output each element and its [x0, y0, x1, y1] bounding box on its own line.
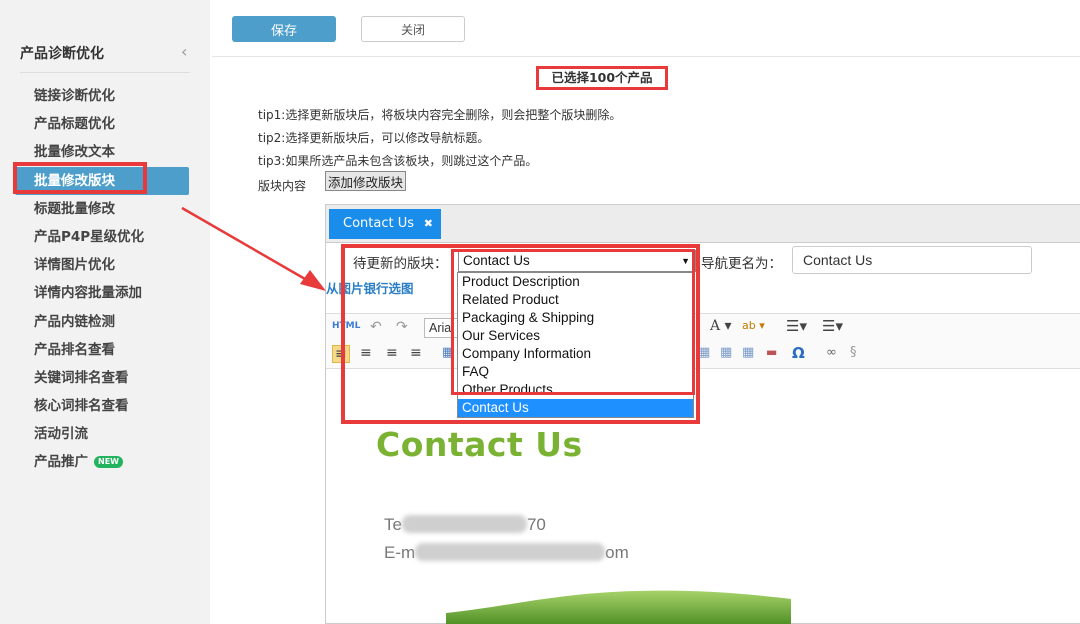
- collapse-chevron-icon[interactable]: ‹: [181, 42, 187, 61]
- dropdown-option[interactable]: Company Information: [458, 345, 693, 363]
- sidebar-item-core-rank[interactable]: 核心词排名查看: [0, 392, 210, 420]
- tel-suffix: 70: [526, 515, 546, 534]
- align-center-icon[interactable]: ≡: [360, 345, 372, 361]
- align-justify-icon[interactable]: ≡: [410, 345, 422, 361]
- block-select[interactable]: Contact Us ▼: [458, 250, 696, 272]
- block-content-label: 版块内容: [258, 179, 307, 193]
- dropdown-option[interactable]: Product Description: [458, 273, 693, 291]
- sidebar-item-detail-image[interactable]: 详情图片优化: [0, 251, 210, 279]
- tel-line: Te 70: [384, 515, 546, 535]
- block-select-value: Contact Us: [463, 253, 530, 268]
- sidebar-item-internal-link[interactable]: 产品内链检测: [0, 308, 210, 336]
- table-merge-icon[interactable]: ▦: [742, 345, 754, 360]
- tab-label: Contact Us: [343, 216, 414, 231]
- sidebar-item-batch-block[interactable]: 批量修改版块: [15, 166, 189, 195]
- email-suffix: om: [605, 543, 629, 562]
- sidebar-list: 链接诊断优化 产品标题优化 批量修改文本 批量修改版块 标题批量修改 产品P4P…: [0, 82, 210, 477]
- table-col-icon[interactable]: ▦: [720, 345, 732, 360]
- sidebar-item-label: 标题批量修改: [34, 200, 115, 217]
- sidebar-item-p4p-star[interactable]: 产品P4P星级优化: [0, 223, 210, 251]
- sidebar-item-link-diagnosis[interactable]: 链接诊断优化: [0, 82, 210, 110]
- new-badge: NEW: [94, 456, 123, 469]
- nav-rename-label: 导航更名为：: [701, 256, 782, 272]
- undo-icon[interactable]: ↶: [370, 319, 382, 335]
- sidebar-item-label: 产品P4P星级优化: [34, 228, 145, 245]
- sidebar-item-label: 产品排名查看: [34, 341, 115, 358]
- sidebar-item-title-optimize[interactable]: 产品标题优化: [0, 110, 210, 138]
- add-block-button[interactable]: 添加修改版块: [325, 171, 407, 191]
- tip-line: tip1:选择更新版块后，将板块内容完全删除，则会把整个版块删除。: [258, 108, 622, 122]
- tel-prefix: Te: [384, 515, 402, 534]
- numbered-list-icon[interactable]: ☰▾: [822, 317, 843, 335]
- highlight-icon[interactable]: ab ▾: [742, 319, 765, 332]
- font-color-icon[interactable]: A ▾: [710, 318, 732, 334]
- link-icon[interactable]: ∞: [826, 345, 837, 360]
- special-char-icon[interactable]: Ω: [792, 344, 805, 362]
- content-heading: Contact Us: [376, 425, 583, 464]
- sidebar-item-label: 详情内容批量添加: [34, 285, 142, 302]
- tab-contact-us[interactable]: Contact Us ✖: [329, 209, 441, 239]
- sidebar-item-title-batch[interactable]: 标题批量修改: [0, 195, 210, 223]
- tip-line: tip3:如果所选产品未包含该板块，则跳过这个产品。: [258, 154, 538, 168]
- dropdown-option[interactable]: FAQ: [458, 363, 693, 381]
- align-right-icon[interactable]: ≡: [386, 345, 398, 361]
- save-button[interactable]: 保存: [232, 16, 336, 42]
- nav-rename-input[interactable]: Contact Us: [792, 246, 1032, 274]
- dropdown-option[interactable]: Packaging & Shipping: [458, 309, 693, 327]
- sidebar-item-product-rank[interactable]: 产品排名查看: [0, 336, 210, 364]
- dropdown-option[interactable]: Related Product: [458, 291, 693, 309]
- sidebar-item-label: 活动引流: [34, 426, 88, 443]
- close-button[interactable]: 关闭: [361, 16, 465, 42]
- redacted-blur: [401, 515, 527, 533]
- dropdown-option[interactable]: Our Services: [458, 327, 693, 345]
- top-divider: [212, 56, 1080, 57]
- sidebar-item-label: 批量修改版块: [34, 172, 115, 189]
- update-block-label: 待更新的版块：: [353, 256, 448, 272]
- sidebar-item-label: 批量修改文本: [34, 144, 115, 161]
- email-line: E-m om: [384, 543, 629, 563]
- bullet-list-icon[interactable]: ☰▾: [786, 317, 807, 335]
- sidebar-item-label: 链接诊断优化: [34, 88, 115, 104]
- tips-block: tip1:选择更新版块后，将板块内容完全删除，则会把整个版块删除。 tip2:选…: [258, 104, 621, 173]
- close-icon[interactable]: ✖: [424, 209, 433, 239]
- sidebar: 产品诊断优化 ‹ 链接诊断优化 产品标题优化 批量修改文本 批量修改版块 标题批…: [0, 0, 210, 624]
- align-left-icon[interactable]: ≡: [332, 345, 350, 363]
- image-bank-link[interactable]: 从图片银行选图: [326, 278, 414, 297]
- rich-text-toolbar: HTML ↶ ↷ Arial A ▾ ab ▾ ☰▾ ☰▾ ≡ ≡ ≡ ≡ ▦ …: [326, 313, 1080, 369]
- table-icon[interactable]: ▦: [442, 345, 454, 360]
- sidebar-item-keyword-rank[interactable]: 关键词排名查看: [0, 364, 210, 392]
- block-dropdown-list: Product Description Related Product Pack…: [457, 272, 694, 418]
- sidebar-item-detail-content[interactable]: 详情内容批量添加: [0, 279, 210, 307]
- sidebar-item-label: 产品内链检测: [34, 313, 115, 330]
- sidebar-item-batch-text[interactable]: 批量修改文本: [0, 138, 210, 166]
- tip-line: tip2:选择更新版块后，可以修改导航标题。: [258, 131, 490, 145]
- sidebar-item-traffic[interactable]: 活动引流: [0, 420, 210, 448]
- selected-count-badge: 已选择100个产品: [536, 66, 668, 90]
- editor-panel: Contact Us ✖ 待更新的版块： Contact Us ▼ 导航更名为：…: [325, 204, 1080, 624]
- dropdown-arrow-icon: ▼: [681, 256, 690, 266]
- editor-tabbar: Contact Us ✖: [326, 205, 1080, 243]
- email-prefix: E-m: [384, 543, 416, 562]
- redo-icon[interactable]: ↷: [396, 319, 408, 335]
- sidebar-item-label: 详情图片优化: [34, 257, 115, 274]
- sidebar-item-label: 产品标题优化: [34, 116, 115, 133]
- image-icon[interactable]: ▬: [766, 345, 777, 359]
- sidebar-divider: [20, 72, 190, 73]
- table-row-icon[interactable]: ▦: [698, 345, 710, 360]
- html-source-icon[interactable]: HTML: [332, 321, 360, 331]
- grass-image: [446, 590, 791, 624]
- dropdown-option[interactable]: Other Products: [458, 381, 693, 399]
- sidebar-item-label: 核心词排名查看: [34, 398, 129, 415]
- unlink-icon[interactable]: §: [850, 345, 857, 360]
- sidebar-item-promotion[interactable]: 产品推广 NEW: [0, 448, 210, 476]
- dropdown-option-selected[interactable]: Contact Us: [458, 399, 693, 417]
- redacted-blur: [415, 543, 606, 561]
- sidebar-title: 产品诊断优化: [20, 46, 104, 62]
- sidebar-item-label: 关键词排名查看: [34, 369, 129, 386]
- sidebar-item-label: 产品推广: [34, 454, 88, 471]
